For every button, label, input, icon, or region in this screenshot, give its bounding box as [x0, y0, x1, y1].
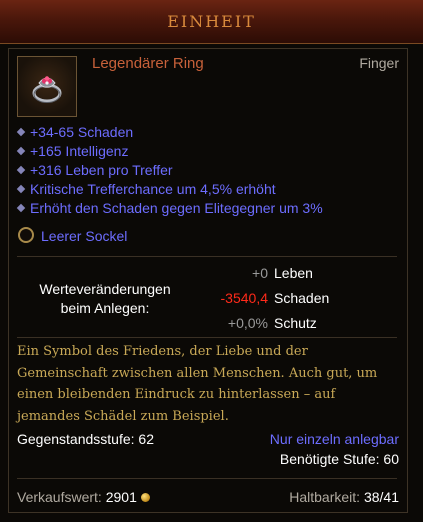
durability: Haltbarkeit: 38/41	[289, 489, 399, 505]
durability-value: 38/41	[363, 489, 399, 505]
diamond-bullet-icon	[16, 165, 26, 175]
comparison-stat-name: Schaden	[274, 290, 330, 306]
comparison-row-life: +0 Leben	[190, 265, 410, 285]
divider	[17, 478, 397, 479]
stat-line: +316 Leben pro Treffer	[16, 162, 323, 181]
item-title: EINHEIT	[167, 12, 256, 31]
tooltip-header: EINHEIT	[0, 0, 423, 44]
item-name: Legendärer Ring	[92, 55, 204, 72]
flavor-text: Ein Symbol des Friedens, der Liebe und d…	[17, 344, 378, 424]
comparison-value: +0,0%	[227, 315, 268, 331]
account-bound-label: Nur einzeln anlegbar	[269, 431, 399, 447]
divider	[17, 256, 397, 257]
sell-amount: 2901	[105, 489, 137, 505]
diamond-bullet-icon	[16, 184, 26, 194]
stat-line: +165 Intelligenz	[16, 143, 323, 162]
socket-label: Leerer Sockel	[41, 228, 128, 244]
stats-list: +34-65 Schaden +165 Intelligenz +316 Leb…	[16, 124, 323, 219]
item-level: Gegenstandsstufe: 62	[17, 431, 154, 447]
stat-line: +34-65 Schaden	[16, 124, 323, 143]
required-level: Benötigte Stufe: 60	[279, 451, 399, 467]
comparison-row-armor: +0,0% Schutz	[190, 315, 410, 335]
diamond-bullet-icon	[16, 127, 26, 137]
comparison-stat-name: Schutz	[274, 315, 317, 331]
divider	[17, 337, 397, 338]
stat-line: Kritische Trefferchance um 4,5% erhöht	[16, 181, 323, 200]
ring-icon	[32, 76, 62, 103]
item-slot: Finger	[359, 55, 399, 71]
item-tooltip: EINHEIT Legendärer Ring Finger +34-65 Sc…	[0, 0, 423, 522]
diamond-bullet-icon	[16, 203, 26, 213]
comparison-label: Werteveränderungen beim Anlegen:	[39, 281, 171, 316]
comparison-row-damage: -3540,4 Schaden	[190, 290, 410, 310]
gold-coin-icon	[140, 493, 150, 502]
comparison-value: +0	[252, 265, 268, 281]
empty-socket-icon	[18, 227, 34, 243]
comparison-value: -3540,4	[220, 290, 268, 306]
comparison-stat-name: Leben	[274, 265, 313, 281]
item-icon-frame	[17, 56, 77, 117]
stat-line: Erhöht den Schaden gegen Elitegegner um …	[16, 200, 323, 219]
diamond-bullet-icon	[16, 146, 26, 156]
sell-value: Verkaufswert: 2901	[17, 489, 150, 505]
